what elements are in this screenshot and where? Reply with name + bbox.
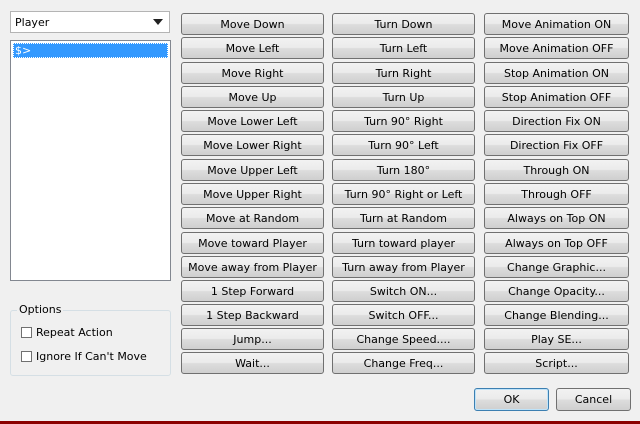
cmd-turn-left[interactable]: Turn Left <box>332 37 475 59</box>
cmd-direction-fix-on[interactable]: Direction Fix ON <box>484 110 629 132</box>
repeat-action-checkbox[interactable]: Repeat Action <box>21 326 113 339</box>
cmd-play-se[interactable]: Play SE... <box>484 328 629 350</box>
cmd-change-graphic[interactable]: Change Graphic... <box>484 256 629 278</box>
cmd-script[interactable]: Script... <box>484 352 629 374</box>
cmd-turn-90-right-or-left[interactable]: Turn 90° Right or Left <box>332 183 475 205</box>
cmd-move-upper-right[interactable]: Move Upper Right <box>181 183 324 205</box>
cmd-change-speed[interactable]: Change Speed.... <box>332 328 475 350</box>
ignore-if-cant-move-checkbox[interactable]: Ignore If Can't Move <box>21 350 147 363</box>
cmd-move-animation-on[interactable]: Move Animation ON <box>484 13 629 35</box>
cmd-move-down[interactable]: Move Down <box>181 13 324 35</box>
cmd-turn-180[interactable]: Turn 180° <box>332 159 475 181</box>
cmd-change-opacity[interactable]: Change Opacity... <box>484 280 629 302</box>
cmd-stop-animation-off[interactable]: Stop Animation OFF <box>484 86 629 108</box>
cmd-turn-at-random[interactable]: Turn at Random <box>332 207 475 229</box>
cmd-always-on-top-on[interactable]: Always on Top ON <box>484 207 629 229</box>
options-group: Options Repeat Action Ignore If Can't Mo… <box>10 303 171 376</box>
cmd-switch-off[interactable]: Switch OFF... <box>332 304 475 326</box>
cmd-turn-90-left[interactable]: Turn 90° Left <box>332 134 475 156</box>
cmd-1-step-forward[interactable]: 1 Step Forward <box>181 280 324 302</box>
cmd-change-blending[interactable]: Change Blending... <box>484 304 629 326</box>
checkbox-icon[interactable] <box>21 351 32 362</box>
cmd-through-off[interactable]: Through OFF <box>484 183 629 205</box>
cmd-move-toward-player[interactable]: Move toward Player <box>181 232 324 254</box>
cmd-through-on[interactable]: Through ON <box>484 159 629 181</box>
cmd-turn-down[interactable]: Turn Down <box>332 13 475 35</box>
ok-button[interactable]: OK <box>474 388 549 411</box>
cmd-move-right[interactable]: Move Right <box>181 62 324 84</box>
cmd-direction-fix-off[interactable]: Direction Fix OFF <box>484 134 629 156</box>
repeat-action-label: Repeat Action <box>36 326 113 339</box>
cmd-1-step-backward[interactable]: 1 Step Backward <box>181 304 324 326</box>
target-dropdown-value: Player <box>15 15 50 29</box>
options-legend: Options <box>17 303 64 316</box>
cmd-jump[interactable]: Jump... <box>181 328 324 350</box>
chevron-down-icon[interactable] <box>153 19 163 25</box>
cmd-move-away-from-player[interactable]: Move away from Player <box>181 256 324 278</box>
cmd-stop-animation-on[interactable]: Stop Animation ON <box>484 62 629 84</box>
cmd-wait[interactable]: Wait... <box>181 352 324 374</box>
cmd-move-upper-left[interactable]: Move Upper Left <box>181 159 324 181</box>
ignore-if-cant-move-label: Ignore If Can't Move <box>36 350 147 363</box>
cmd-move-up[interactable]: Move Up <box>181 86 324 108</box>
cmd-turn-away-from-player[interactable]: Turn away from Player <box>332 256 475 278</box>
list-item[interactable]: $> <box>13 43 168 58</box>
cmd-turn-90-right[interactable]: Turn 90° Right <box>332 110 475 132</box>
cmd-move-at-random[interactable]: Move at Random <box>181 207 324 229</box>
cmd-turn-toward-player[interactable]: Turn toward player <box>332 232 475 254</box>
cancel-button[interactable]: Cancel <box>556 388 631 411</box>
cmd-turn-right[interactable]: Turn Right <box>332 62 475 84</box>
cmd-always-on-top-off[interactable]: Always on Top OFF <box>484 232 629 254</box>
route-list[interactable]: $> <box>10 40 171 281</box>
cmd-move-lower-left[interactable]: Move Lower Left <box>181 110 324 132</box>
cmd-move-left[interactable]: Move Left <box>181 37 324 59</box>
checkbox-icon[interactable] <box>21 327 32 338</box>
target-dropdown[interactable]: Player <box>10 11 170 33</box>
cmd-move-lower-right[interactable]: Move Lower Right <box>181 134 324 156</box>
cmd-move-animation-off[interactable]: Move Animation OFF <box>484 37 629 59</box>
cmd-switch-on[interactable]: Switch ON... <box>332 280 475 302</box>
cmd-turn-up[interactable]: Turn Up <box>332 86 475 108</box>
cmd-change-freq[interactable]: Change Freq... <box>332 352 475 374</box>
